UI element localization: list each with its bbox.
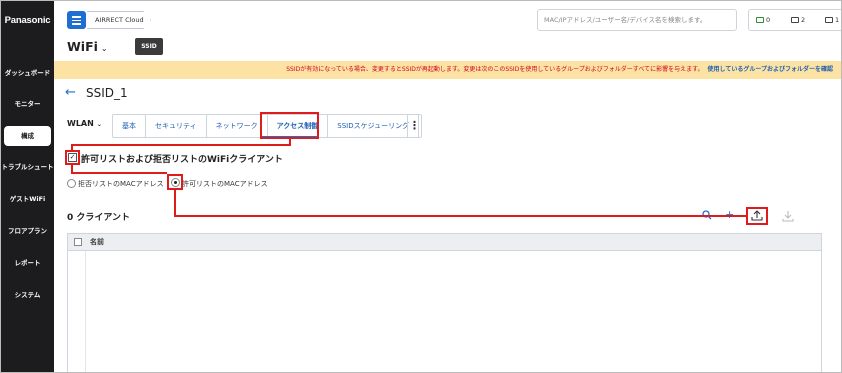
download-icon[interactable] — [782, 209, 794, 222]
ssid-tooltip: SSID — [135, 38, 163, 55]
highlight-allow-radio — [167, 174, 183, 190]
connector-line — [71, 172, 167, 174]
select-all-checkbox[interactable] — [74, 238, 82, 246]
arrow-left-icon[interactable]: ← — [65, 85, 76, 100]
tab-network[interactable]: ネットワーク — [207, 115, 268, 137]
switch-icon — [791, 17, 799, 23]
sidebar-item-configure[interactable]: 構成 — [4, 126, 51, 146]
page-title[interactable]: WiFi ⌄ — [67, 39, 108, 54]
org-breadcrumb[interactable]: AIRRECT Cloud — [87, 11, 151, 29]
laptop-icon — [756, 17, 764, 23]
sidebar-item-report[interactable]: レポート — [1, 253, 54, 273]
clients-count-title: 0 クライアント — [67, 213, 131, 223]
switch-stat[interactable]: 2 — [791, 10, 805, 30]
connector-line — [174, 215, 746, 217]
sidebar-item-guest-wifi[interactable]: ゲストWiFi — [1, 189, 54, 209]
connector-line — [71, 144, 291, 146]
chevron-down-icon: ⌄ — [100, 44, 108, 53]
brand-logo: Panasonic — [4, 15, 51, 26]
column-divider — [85, 251, 86, 372]
highlight-upload-icon — [746, 207, 768, 225]
sidebar-item-troubleshoot[interactable]: トラブルシュート — [1, 157, 54, 177]
warning-banner: SSIDが有効になっている場合、変更するとSSIDが再起動します。変更は次のこの… — [54, 61, 841, 79]
sidebar: Panasonic ダッシュボード モニター 構成 トラブルシュート ゲストWi… — [1, 1, 54, 372]
global-search-input[interactable]: MAC/IPアドレス/ユーザー名/デバイス名を検索します。 — [537, 9, 737, 31]
table-header: 名前 — [68, 234, 821, 251]
ap-icon — [825, 17, 833, 23]
banner-link[interactable]: 使用しているグループおよびフォルダーを確認 — [708, 66, 833, 73]
banner-warning-text: SSIDが有効になっている場合、変更するとSSIDが再起動します。変更は次のこの… — [286, 66, 704, 73]
connector-line — [174, 190, 176, 216]
highlight-access-control-tab — [260, 112, 319, 139]
ssid-name: SSID_1 — [86, 86, 128, 100]
chevron-down-icon: ⌄ — [96, 121, 102, 128]
app-window: Panasonic ダッシュボード モニター 構成 トラブルシュート ゲストWi… — [0, 0, 842, 373]
deny-list-radio-label: 拒否リストのMACアドレス — [78, 180, 164, 188]
device-stats[interactable]: 0 2 1 — [748, 9, 841, 31]
sidebar-item-dashboard[interactable]: ダッシュボード — [1, 63, 54, 83]
wlan-dropdown[interactable]: WLAN ⌄ — [67, 119, 102, 128]
deny-list-radio[interactable] — [67, 179, 76, 188]
sidebar-item-floorplan[interactable]: フロアプラン — [1, 221, 54, 241]
menu-button[interactable] — [67, 11, 86, 29]
tab-security[interactable]: セキュリティ — [146, 115, 207, 137]
tab-ssid-scheduling[interactable]: SSIDスケジューリング — [328, 115, 418, 137]
allow-deny-checkbox-label: 許可リストおよび拒否リストのWiFiクライアント — [81, 155, 283, 165]
tab-basic[interactable]: 基本 — [113, 115, 146, 137]
ap-stat[interactable]: 1 — [825, 10, 839, 30]
sidebar-item-monitor[interactable]: モニター — [1, 94, 54, 114]
column-header-name[interactable]: 名前 — [90, 237, 104, 247]
highlight-checkbox — [65, 150, 80, 165]
allow-list-radio-label: 許可リストのMACアドレス — [182, 180, 268, 188]
sidebar-item-system[interactable]: システム — [1, 285, 54, 305]
clients-table: 名前 — [67, 233, 822, 372]
laptop-stat[interactable]: 0 — [756, 10, 770, 30]
more-menu-icon[interactable]: ⋮ — [407, 114, 422, 138]
